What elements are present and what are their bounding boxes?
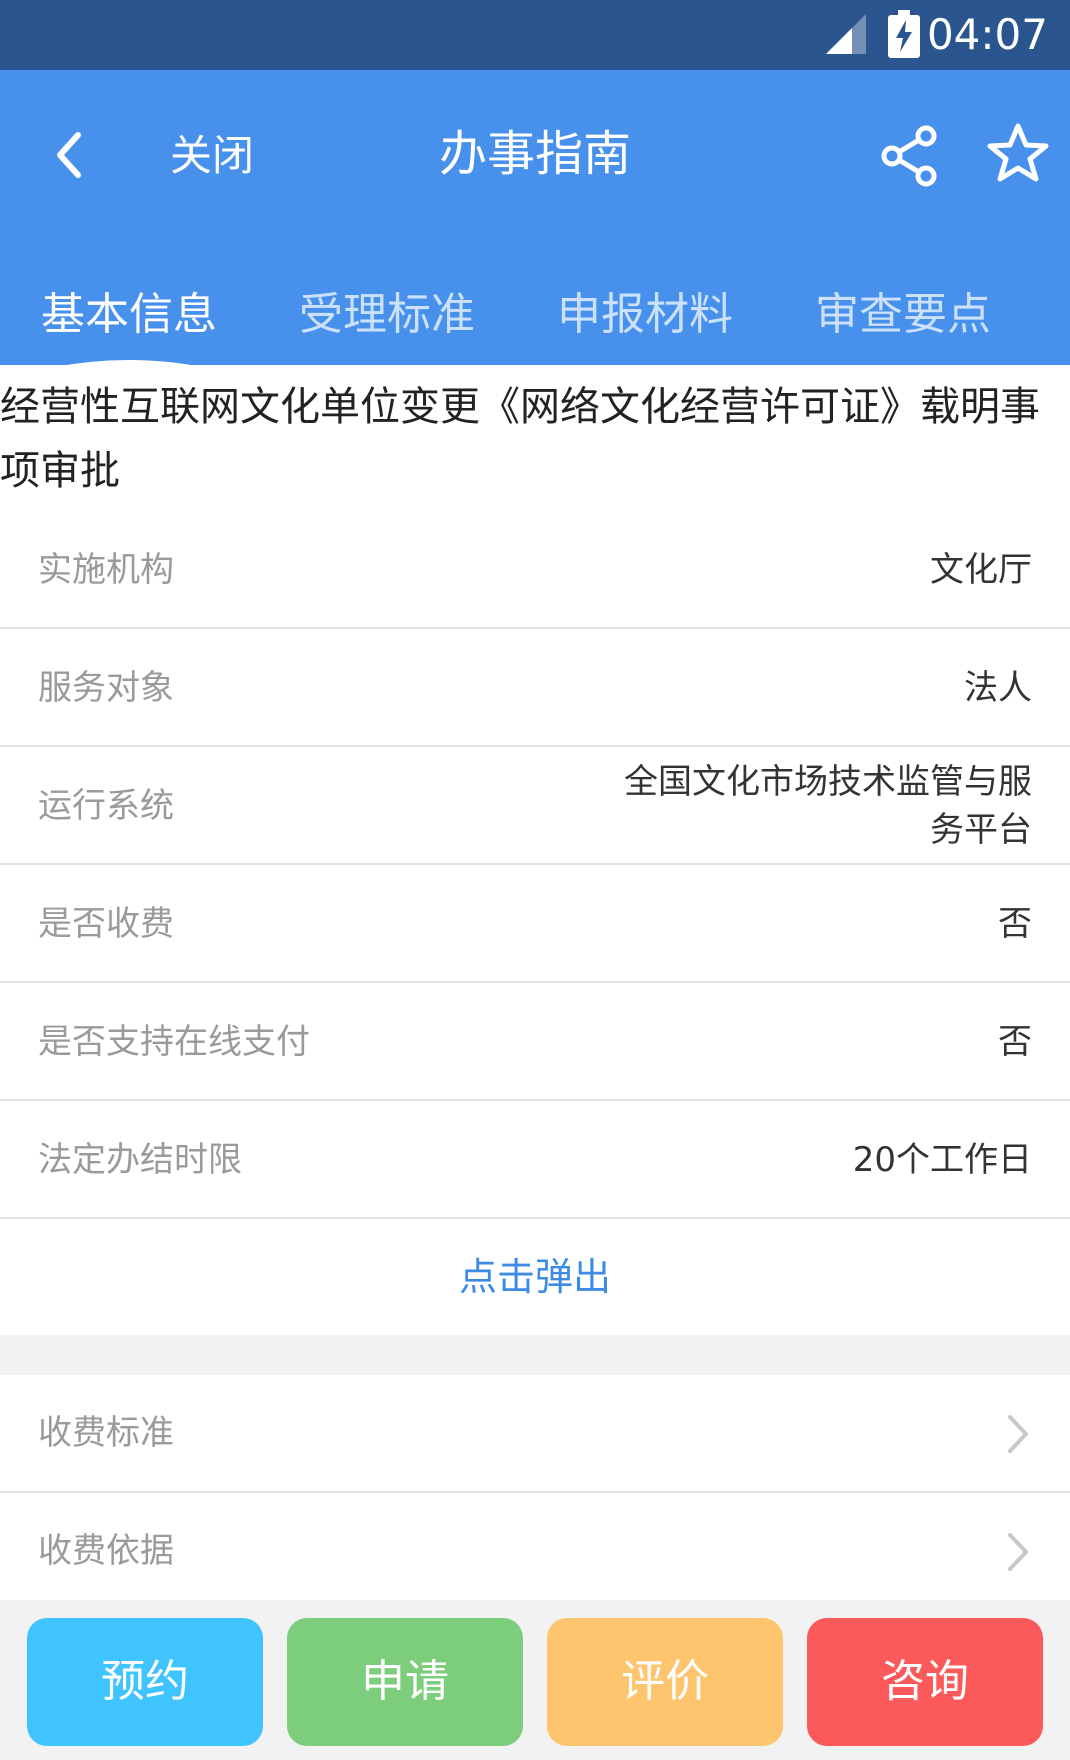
row-value: 文化厅 (930, 550, 1032, 590)
apply-button[interactable]: 申请 (287, 1618, 523, 1746)
consult-button[interactable]: 咨询 (807, 1618, 1043, 1746)
section-gap (0, 1335, 1070, 1375)
info-row: 运行系统 全国文化市场技术监管与服务平台 (0, 747, 1070, 865)
item-title: 经营性互联网文化单位变更《网络文化经营许可证》载明事项审批 (0, 384, 1040, 494)
row-label: 服务对象 (38, 668, 174, 708)
info-row: 实施机构 文化厅 (0, 511, 1070, 629)
info-row: 是否支持在线支付 否 (0, 983, 1070, 1101)
action-bar: 预约 申请 评价 咨询 (0, 1600, 1070, 1760)
row-label: 实施机构 (38, 550, 174, 590)
info-row: 是否收费 否 (0, 865, 1070, 983)
chevron-right-icon (1008, 1533, 1028, 1571)
app-header: 关闭 办事指南 基本信息 受理标准 申报材料 审查要点 (0, 70, 1070, 368)
row-label: 收费标准 (38, 1413, 174, 1453)
row-label: 收费依据 (38, 1531, 174, 1571)
signal-icon (826, 14, 866, 54)
row-label: 是否支持在线支付 (38, 1022, 310, 1062)
tab-application-materials[interactable]: 申报材料 (516, 260, 774, 365)
reserve-button[interactable]: 预约 (27, 1618, 263, 1746)
expand-popup-link[interactable]: 点击弹出 (0, 1219, 1070, 1335)
row-label: 运行系统 (38, 786, 174, 826)
row-value: 20个工作日 (852, 1140, 1032, 1180)
favorite-star-icon[interactable] (986, 122, 1050, 186)
row-value: 否 (998, 1022, 1032, 1062)
status-bar: 04:07 (0, 0, 1070, 70)
share-icon[interactable] (878, 124, 942, 188)
row-value: 法人 (964, 668, 1032, 708)
fee-standard-row[interactable]: 收费标准 (0, 1375, 1070, 1493)
tab-review-points[interactable]: 审查要点 (774, 260, 1032, 365)
row-label: 法定办结时限 (38, 1140, 242, 1180)
tab-basic-info[interactable]: 基本信息 (0, 260, 258, 365)
tab-bar: 基本信息 受理标准 申报材料 审查要点 (0, 260, 1070, 368)
row-value: 否 (998, 904, 1032, 944)
row-label: 是否收费 (38, 904, 174, 944)
fee-basis-row[interactable]: 收费依据 (0, 1493, 1070, 1611)
evaluate-button[interactable]: 评价 (547, 1618, 783, 1746)
battery-charging-icon (888, 10, 920, 58)
status-time: 04:07 (926, 10, 1048, 59)
tab-acceptance-criteria[interactable]: 受理标准 (258, 260, 516, 365)
info-row: 法定办结时限 20个工作日 (0, 1101, 1070, 1219)
info-row: 服务对象 法人 (0, 629, 1070, 747)
row-value: 全国文化市场技术监管与服务平台 (624, 762, 1032, 850)
content-area: 经营性互联网文化单位变更《网络文化经营许可证》载明事项审批 实施机构 文化厅 服… (0, 365, 1070, 1611)
chevron-right-icon (1008, 1415, 1028, 1453)
